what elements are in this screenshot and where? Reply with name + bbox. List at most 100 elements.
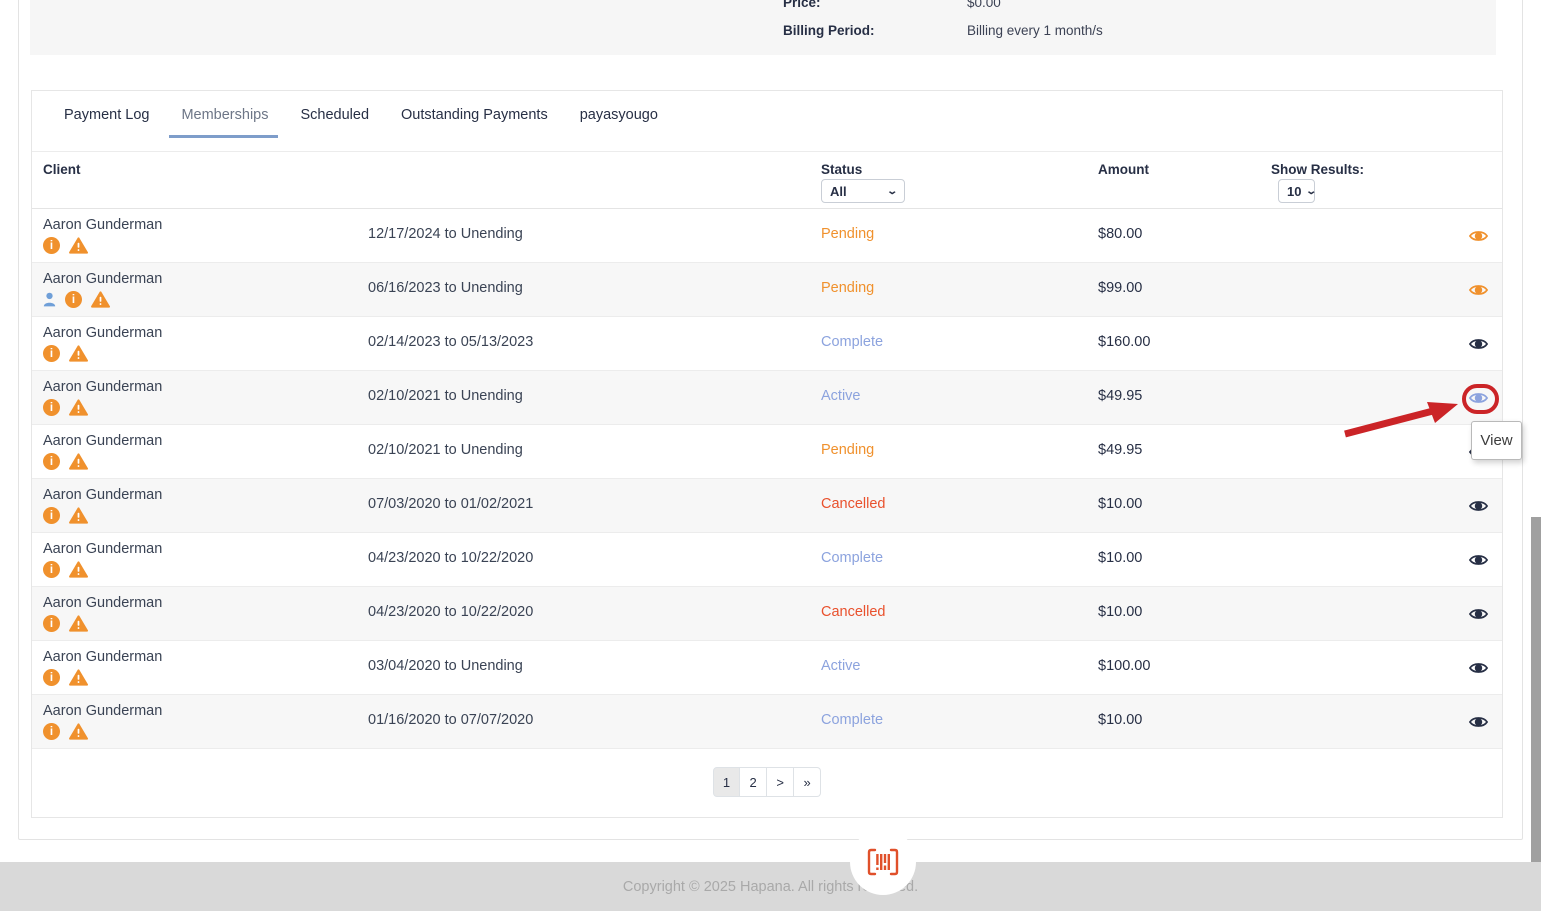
status-column-header: Status [821, 162, 862, 177]
tabs: Payment Log Memberships Scheduled Outstandi… [32, 91, 1502, 151]
client-cell: Aaron Gunderman i [43, 695, 363, 748]
amount-value: $10.00 [1098, 479, 1398, 532]
status-label: Complete [821, 317, 1091, 370]
info-icon[interactable]: i [43, 237, 60, 254]
page: Price: $0.00 Billing Period: Billing eve… [0, 0, 1541, 911]
tab-outstanding-payments[interactable]: Outstanding Payments [401, 107, 548, 123]
view-eye-icon[interactable] [1469, 337, 1488, 351]
amount-value: $49.95 [1098, 371, 1398, 424]
info-icon[interactable]: i [43, 561, 60, 578]
membership-period: 04/23/2020 to 10/22/2020 [368, 587, 818, 640]
view-eye-icon[interactable] [1469, 283, 1488, 297]
info-icon[interactable]: i [43, 453, 60, 470]
status-label: Cancelled [821, 587, 1091, 640]
info-icon[interactable]: i [65, 291, 82, 308]
warning-icon[interactable] [69, 453, 88, 470]
membership-period: 02/10/2021 to Unending [368, 425, 818, 478]
page-button-2[interactable]: 2 [740, 767, 767, 797]
status-filter-value: All [830, 184, 847, 199]
warning-icon[interactable] [69, 345, 88, 362]
client-icons: i [43, 237, 88, 254]
amount-value: $49.95 [1098, 425, 1398, 478]
page-button->[interactable]: > [767, 767, 794, 797]
client-column-header: Client [43, 162, 81, 177]
client-icons: i [43, 453, 88, 470]
info-icon[interactable]: i [43, 723, 60, 740]
info-icon[interactable]: i [43, 507, 60, 524]
actions-cell [1422, 209, 1502, 262]
client-cell: Aaron Gunderman i [43, 263, 363, 316]
actions-cell [1422, 317, 1502, 370]
page-button-1[interactable]: 1 [713, 767, 740, 797]
warning-icon[interactable] [69, 507, 88, 524]
table-row: Aaron Gunderman i 12/17/2024 to Unending… [32, 209, 1502, 263]
status-label: Complete [821, 695, 1091, 748]
view-eye-icon[interactable] [1469, 391, 1488, 405]
billing-period-label: Billing Period: [783, 23, 967, 38]
amount-column-header: Amount [1098, 162, 1149, 177]
table-row: Aaron Gunderman i 03/04/2020 to Unending… [32, 641, 1502, 695]
actions-cell [1422, 371, 1502, 424]
view-eye-icon[interactable] [1469, 499, 1488, 513]
client-name: Aaron Gunderman [43, 487, 162, 503]
info-icon[interactable]: i [43, 669, 60, 686]
payments-tab-card: Payment Log Memberships Scheduled Outstandi… [31, 90, 1503, 818]
status-label: Active [821, 371, 1091, 424]
view-eye-icon[interactable] [1469, 553, 1488, 567]
table-row: Aaron Gunderman i 02/10/2021 to Unending… [32, 371, 1502, 425]
view-eye-icon[interactable] [1469, 715, 1488, 729]
show-results-select[interactable]: 10 ⌄ [1278, 179, 1315, 203]
vertical-scrollbar[interactable] [1531, 517, 1541, 870]
status-label: Active [821, 641, 1091, 694]
actions-cell [1422, 587, 1502, 640]
info-icon[interactable]: i [43, 345, 60, 362]
tab-payasyougo[interactable]: payasyougo [580, 107, 658, 123]
user-icon[interactable] [43, 292, 56, 307]
client-icons: i [43, 561, 88, 578]
membership-period: 06/16/2023 to Unending [368, 263, 818, 316]
client-icons: i [43, 669, 88, 686]
client-name: Aaron Gunderman [43, 217, 162, 233]
table-row: Aaron Gunderman i 07/03/2020 to 01/02/20… [32, 479, 1502, 533]
actions-cell [1422, 641, 1502, 694]
view-eye-icon[interactable] [1469, 229, 1488, 243]
membership-period: 01/16/2020 to 07/07/2020 [368, 695, 818, 748]
amount-value: $10.00 [1098, 695, 1398, 748]
view-eye-icon[interactable] [1469, 661, 1488, 675]
warning-icon[interactable] [69, 669, 88, 686]
page-button-»[interactable]: » [794, 767, 821, 797]
warning-icon[interactable] [69, 237, 88, 254]
chevron-down-icon: ⌄ [886, 186, 898, 197]
warning-icon[interactable] [69, 615, 88, 632]
status-filter-select[interactable]: All ⌄ [821, 179, 905, 203]
table-row: Aaron Gunderman i 06/16/2023 to Unending… [32, 263, 1502, 317]
show-results-value: 10 [1287, 184, 1301, 199]
warning-icon[interactable] [69, 561, 88, 578]
status-label: Pending [821, 263, 1091, 316]
amount-value: $80.00 [1098, 209, 1398, 262]
membership-period: 12/17/2024 to Unending [368, 209, 818, 262]
membership-period: 02/10/2021 to Unending [368, 371, 818, 424]
info-icon[interactable]: i [43, 399, 60, 416]
client-cell: Aaron Gunderman i [43, 317, 363, 370]
tab-payment-log[interactable]: Payment Log [64, 107, 149, 123]
amount-value: $10.00 [1098, 587, 1398, 640]
warning-icon[interactable] [69, 399, 88, 416]
client-icons: i [43, 615, 88, 632]
view-eye-icon[interactable] [1469, 607, 1488, 621]
warning-icon[interactable] [91, 291, 110, 308]
client-name: Aaron Gunderman [43, 595, 162, 611]
actions-cell [1422, 533, 1502, 586]
client-icons: i [43, 291, 110, 308]
tab-scheduled[interactable]: Scheduled [300, 107, 369, 123]
billing-period-value: Billing every 1 month/s [967, 23, 1103, 38]
actions-cell [1422, 479, 1502, 532]
table-header: Client Status All ⌄ Amount Show Results:… [32, 151, 1502, 209]
status-label: Cancelled [821, 479, 1091, 532]
tab-memberships[interactable]: Memberships [181, 107, 268, 123]
warning-icon[interactable] [69, 723, 88, 740]
info-icon[interactable]: i [43, 615, 60, 632]
billing-summary-panel: Price: $0.00 Billing Period: Billing eve… [30, 0, 1496, 55]
client-name: Aaron Gunderman [43, 649, 162, 665]
client-icons: i [43, 723, 88, 740]
